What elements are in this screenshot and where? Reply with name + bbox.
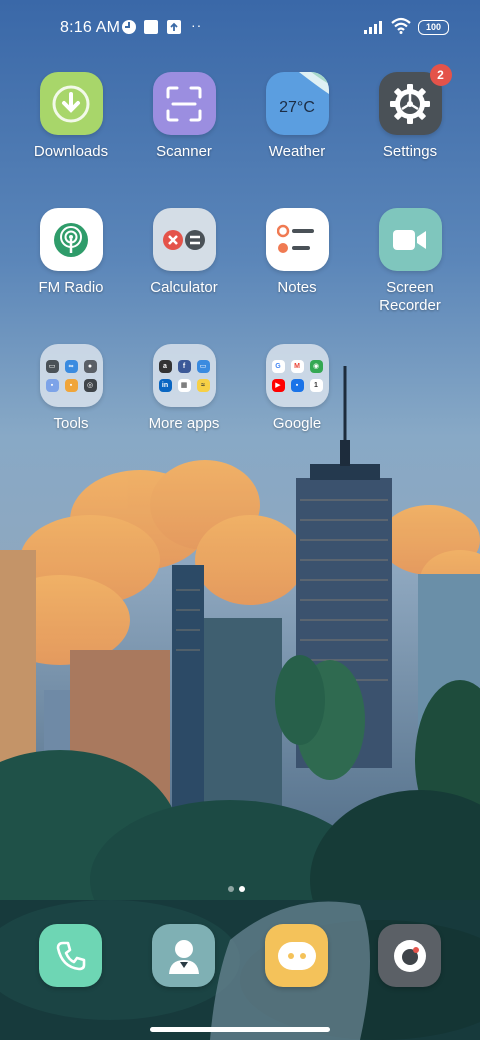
app-screen-recorder[interactable]: Screen Recorder <box>354 208 466 315</box>
dock-contacts[interactable] <box>152 924 215 987</box>
video-camera-icon <box>378 208 442 271</box>
app-label: Notes <box>277 279 317 296</box>
wifi-icon <box>391 17 411 34</box>
square-notification-icon <box>144 20 158 34</box>
dock-phone[interactable] <box>39 924 102 987</box>
weather-icon: 27°C <box>265 72 329 135</box>
app-settings[interactable]: 2 Settings <box>354 64 466 161</box>
folder-tools[interactable]: ▭ ∞ ● ▪ ▪ ◎ Tools <box>15 344 127 433</box>
folder-google[interactable]: G M ◉ ▶ ▪ 1 Google <box>241 344 353 433</box>
download-icon <box>39 72 103 135</box>
signal-icon <box>364 21 382 34</box>
contact-icon <box>168 939 199 974</box>
app-label: More apps <box>148 415 220 432</box>
app-fm-radio[interactable]: FM Radio <box>15 208 127 297</box>
page-indicator <box>228 879 250 897</box>
notification-badge: 2 <box>429 64 452 86</box>
dock-messages[interactable] <box>265 924 328 987</box>
upload-notification-icon <box>167 20 181 34</box>
page-dot <box>228 886 234 892</box>
folder-more-apps[interactable]: a f ▭ in ▦ ≈ More apps <box>128 344 240 433</box>
gear-icon: 2 <box>378 64 452 135</box>
app-label: Scanner <box>156 143 212 160</box>
app-scanner[interactable]: Scanner <box>128 72 240 161</box>
notes-icon <box>265 208 329 271</box>
app-weather[interactable]: 27°C Weather <box>241 72 353 161</box>
app-label: FM Radio <box>38 279 104 296</box>
status-bar: 8:16 AM ·· 100 <box>0 0 480 56</box>
folder-icon: G M ◉ ▶ ▪ 1 <box>265 344 329 407</box>
dock-camera[interactable] <box>378 924 441 987</box>
app-label: Settings <box>382 143 438 160</box>
message-icon <box>277 941 316 970</box>
app-calculator[interactable]: Calculator <box>128 208 240 297</box>
phone-icon <box>56 941 85 970</box>
page-dot-active <box>239 886 245 892</box>
scanner-icon <box>152 72 216 135</box>
home-indicator[interactable] <box>150 1027 330 1032</box>
app-label: Google <box>272 415 322 432</box>
clock-alert-icon <box>122 20 136 34</box>
folder-icon: a f ▭ in ▦ ≈ <box>152 344 216 407</box>
weather-temperature: 27°C <box>279 98 315 116</box>
app-label: Downloads <box>33 143 109 160</box>
status-time: 8:16 AM <box>60 19 121 36</box>
app-downloads[interactable]: Downloads <box>15 72 127 161</box>
app-notes[interactable]: Notes <box>241 208 353 297</box>
calculator-icon <box>152 208 216 271</box>
battery-icon: 100 <box>418 20 449 35</box>
radio-icon <box>39 208 103 271</box>
app-label: Calculator <box>150 279 218 296</box>
app-label: Weather <box>268 143 326 160</box>
more-dots-icon: ·· <box>191 17 203 33</box>
camera-icon <box>393 939 426 972</box>
app-label: Screen Recorder <box>379 279 441 314</box>
folder-icon: ▭ ∞ ● ▪ ▪ ◎ <box>39 344 103 407</box>
app-label: Tools <box>53 415 89 432</box>
